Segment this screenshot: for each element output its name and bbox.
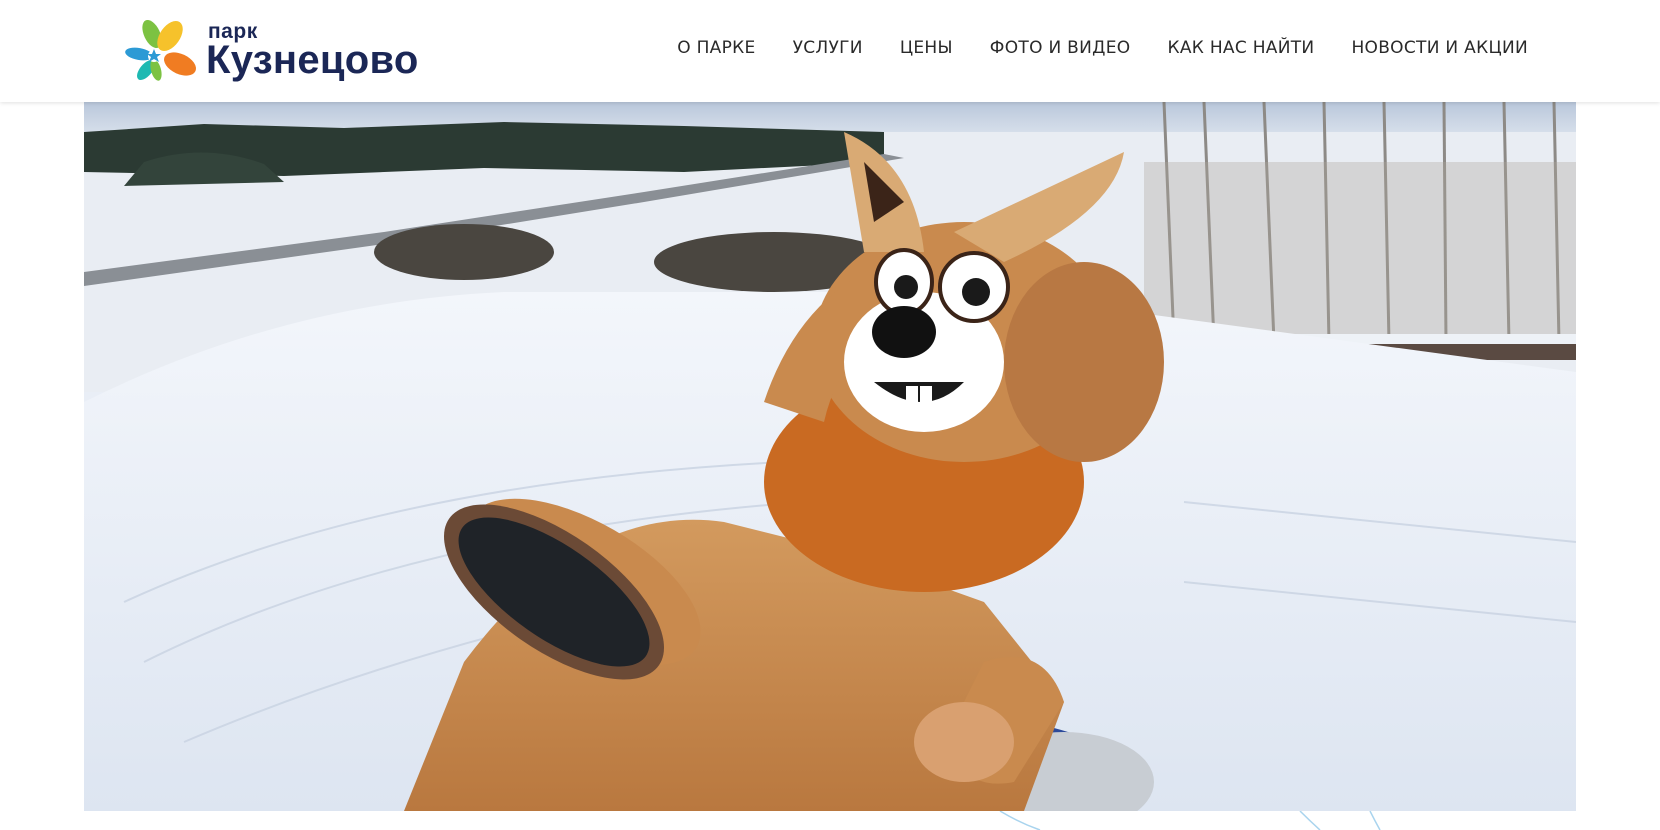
site-header: парк Кузнецово О ПАРКЕ УСЛУГИ ЦЕНЫ ФОТО … <box>0 0 1660 102</box>
site-logo[interactable]: парк Кузнецово <box>122 18 422 86</box>
logo-big-text: Кузнецово <box>206 38 419 82</box>
nav-item-about[interactable]: О ПАРКЕ <box>677 38 755 58</box>
main-nav: О ПАРКЕ УСЛУГИ ЦЕНЫ ФОТО И ВИДЕО КАК НАС… <box>677 38 1528 58</box>
nav-item-services[interactable]: УСЛУГИ <box>793 38 863 58</box>
nav-item-photo-video[interactable]: ФОТО И ВИДЕО <box>990 38 1131 58</box>
footer-decoration <box>999 811 1381 830</box>
hero-photo <box>84 102 1576 811</box>
hero-photo-illustration <box>84 102 1576 811</box>
nav-item-how-to-find[interactable]: КАК НАС НАЙТИ <box>1167 38 1314 58</box>
nav-item-news[interactable]: НОВОСТИ И АКЦИИ <box>1351 38 1528 58</box>
flower-logo-icon <box>125 20 196 81</box>
nav-item-prices[interactable]: ЦЕНЫ <box>900 38 953 58</box>
